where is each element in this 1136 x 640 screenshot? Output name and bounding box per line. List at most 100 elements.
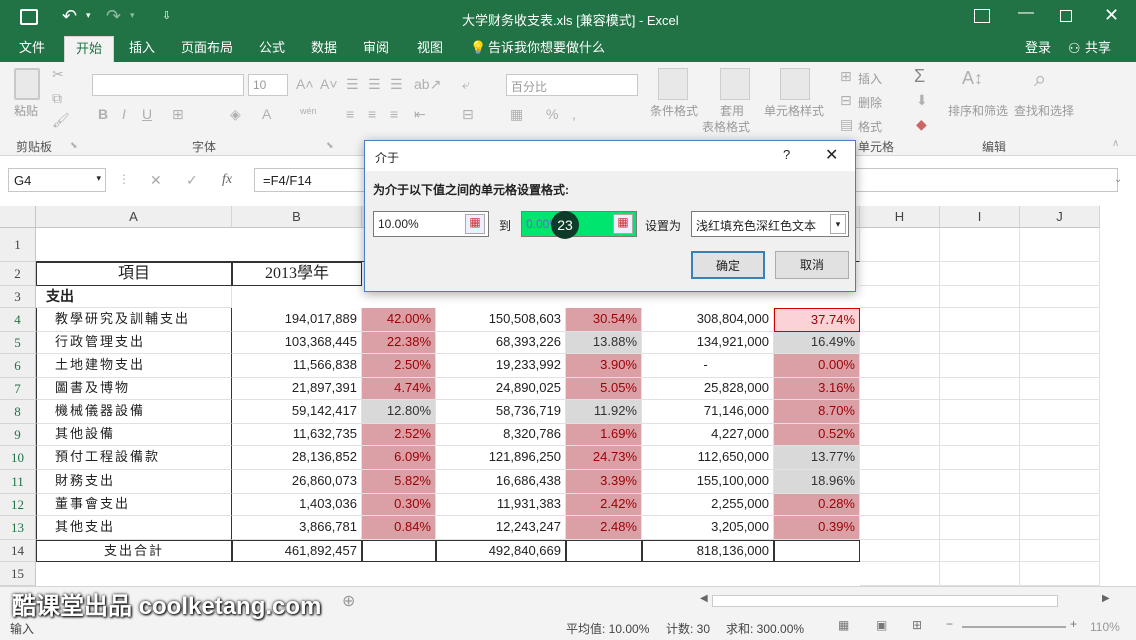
empty-cell[interactable] (1020, 494, 1100, 516)
table-cell-value[interactable]: 112,650,000 (642, 446, 774, 470)
row-header-15[interactable]: 15 (0, 562, 36, 586)
autosum-icon[interactable]: Σ (914, 66, 925, 87)
find-select-icon[interactable]: ⌕ (1034, 66, 1046, 92)
insert-cells-button[interactable]: 插入 (858, 70, 882, 87)
table-cell-value[interactable]: 16,686,438 (436, 470, 566, 494)
table-cell-value[interactable]: 308,804,000 (642, 308, 774, 332)
row-header-6[interactable]: 6 (0, 354, 36, 378)
help-button[interactable]: ? (783, 147, 790, 162)
total-d-cell[interactable]: 492,840,669 (436, 540, 566, 562)
row-header-4[interactable]: 4 (0, 308, 36, 332)
decrease-font-icon[interactable]: A˅ (320, 76, 338, 92)
table-cell-percent[interactable]: 1.69% (566, 424, 642, 446)
table-cell-percent[interactable]: 0.00% (774, 354, 860, 378)
accounting-format-icon[interactable]: ▦ (510, 106, 523, 123)
empty-cell[interactable] (1020, 562, 1100, 586)
clipboard-launcher-icon[interactable]: ⬊ (70, 140, 78, 151)
table-cell-percent[interactable]: 30.54% (566, 308, 642, 332)
table-cell-percent[interactable]: 2.50% (362, 354, 436, 378)
fill-icon[interactable]: ⬇ (916, 92, 928, 109)
table-cell-value[interactable]: - (642, 354, 774, 378)
empty-cell[interactable] (860, 228, 940, 262)
empty-cell[interactable] (940, 378, 1020, 400)
table-cell-percent[interactable]: 0.52% (774, 424, 860, 446)
total-c-cell[interactable] (362, 540, 436, 562)
table-cell-percent[interactable]: 3.39% (566, 470, 642, 494)
table-cell-name[interactable]: 土地建物支出 (36, 354, 232, 378)
table-cell-value[interactable]: 3,205,000 (642, 516, 774, 540)
align-bottom-icon[interactable]: ☰ (390, 76, 403, 93)
empty-cell[interactable] (860, 540, 940, 562)
empty-cell[interactable] (860, 262, 940, 286)
select-all-corner[interactable] (0, 206, 36, 228)
table-cell-value[interactable]: 121,896,250 (436, 446, 566, 470)
zoom-in-icon[interactable]: + (1070, 617, 1077, 631)
header-year-cell[interactable]: 2013學年 (232, 262, 362, 286)
empty-cell[interactable] (1020, 378, 1100, 400)
format-select[interactable]: 浅红填充色深红色文本 ▾ (691, 211, 849, 237)
hscroll-left-icon[interactable]: ◀ (700, 593, 708, 604)
tab-page-layout[interactable]: 页面布局 (172, 36, 242, 62)
row-header-5[interactable]: 5 (0, 332, 36, 354)
table-cell-value[interactable]: 11,931,383 (436, 494, 566, 516)
paste-icon[interactable] (14, 68, 40, 100)
total-f-cell[interactable]: 818,136,000 (642, 540, 774, 562)
empty-cell[interactable] (860, 494, 940, 516)
table-cell-percent[interactable]: 13.77% (774, 446, 860, 470)
empty-cell[interactable] (940, 354, 1020, 378)
close-icon[interactable]: ✕ (1104, 5, 1119, 26)
copy-icon[interactable]: ⧉ (52, 90, 62, 107)
empty-cell[interactable] (860, 354, 940, 378)
sort-filter-button[interactable]: 排序和筛选 (948, 102, 1008, 119)
total-label-cell[interactable]: 支出合計 (36, 540, 232, 562)
cancel-entry-icon[interactable]: ✕ (150, 172, 162, 189)
zoom-slider[interactable] (962, 626, 1066, 628)
total-e-cell[interactable] (566, 540, 642, 562)
table-cell-percent[interactable]: 0.39% (774, 516, 860, 540)
empty-cell[interactable] (940, 400, 1020, 424)
format-as-table-line1[interactable]: 套用 (720, 102, 744, 119)
empty-cell[interactable] (940, 424, 1020, 446)
format-painter-icon[interactable]: 🖌 (52, 112, 70, 129)
fill-color-icon[interactable]: ◈ (230, 106, 241, 123)
table-cell-value[interactable]: 4,227,000 (642, 424, 774, 446)
delete-cells-button[interactable]: 删除 (858, 94, 882, 111)
table-cell-percent[interactable]: 12.80% (362, 400, 436, 424)
indent-icon[interactable]: ⇤ (414, 106, 426, 123)
format-as-table-icon[interactable] (720, 68, 750, 100)
format-cells-icon[interactable]: ▤ (840, 116, 853, 133)
dialog-close-icon[interactable]: ✕ (825, 145, 838, 165)
row-header-2[interactable]: 2 (0, 262, 36, 286)
empty-cell[interactable] (940, 494, 1020, 516)
empty-cell[interactable] (860, 400, 940, 424)
row-header-1[interactable]: 1 (0, 228, 36, 262)
align-top-icon[interactable]: ☰ (346, 76, 359, 93)
sign-in-link[interactable]: 登录 (1018, 36, 1058, 62)
format-cells-button[interactable]: 格式 (858, 118, 882, 135)
empty-cell[interactable] (1020, 354, 1100, 378)
table-cell-value[interactable]: 155,100,000 (642, 470, 774, 494)
table-cell-percent[interactable]: 22.38% (362, 332, 436, 354)
table-cell-value[interactable]: 24,890,025 (436, 378, 566, 400)
empty-cell[interactable] (1020, 424, 1100, 446)
table-cell-value[interactable]: 59,142,417 (232, 400, 362, 424)
font-size-combo[interactable]: 10 (248, 74, 288, 96)
table-cell-name[interactable]: 預付工程設備款 (36, 446, 232, 470)
conditional-format-button[interactable]: 条件格式 (650, 102, 698, 119)
name-box[interactable]: G4 ▾ (8, 168, 106, 192)
table-cell-name[interactable]: 機械儀器設備 (36, 400, 232, 424)
ok-button[interactable]: 确定 (691, 251, 765, 279)
phonetic-icon[interactable]: wén (300, 106, 317, 116)
undo-dropdown-icon[interactable]: ▾ (86, 10, 91, 21)
empty-cell[interactable] (940, 332, 1020, 354)
table-cell-percent[interactable]: 3.90% (566, 354, 642, 378)
column-header-a[interactable]: A (36, 206, 232, 228)
delete-cells-icon[interactable]: ⊟ (840, 92, 852, 109)
table-cell-percent[interactable]: 4.74% (362, 378, 436, 400)
percent-style-icon[interactable]: % (546, 106, 558, 122)
table-cell-value[interactable]: 134,921,000 (642, 332, 774, 354)
to-range-picker-icon[interactable]: ▦ (613, 214, 633, 234)
page-break-view-icon[interactable]: ⊞ (912, 618, 922, 632)
font-name-combo[interactable] (92, 74, 244, 96)
underline-icon[interactable]: U (142, 106, 152, 122)
